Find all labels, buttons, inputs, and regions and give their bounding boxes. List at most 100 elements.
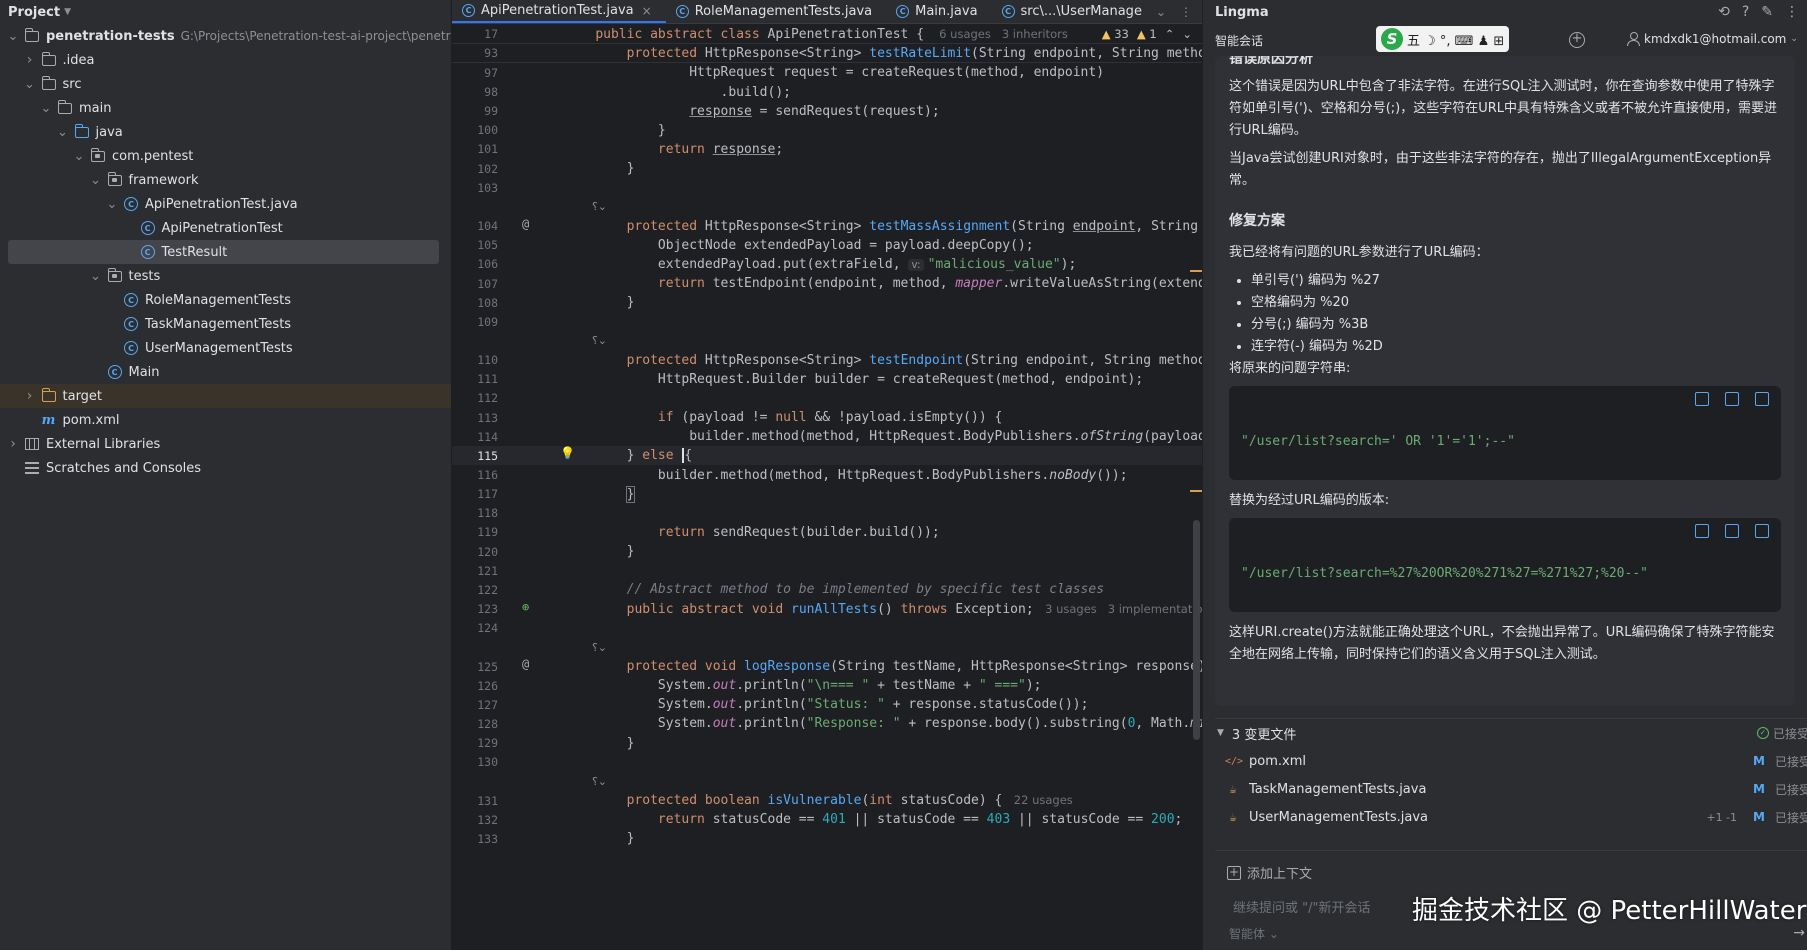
more-options-icon[interactable]: ⋮ <box>1180 5 1192 19</box>
code-line[interactable]: 100 } <box>452 121 1202 140</box>
tree-item[interactable]: › target <box>0 384 451 408</box>
code-line[interactable]: 122 // Abstract method to be implemented… <box>452 580 1202 599</box>
tree-item[interactable]: ⌄ main <box>0 96 451 120</box>
code-line[interactable]: 131 protected boolean isVulnerable(int s… <box>452 791 1202 810</box>
tree-item[interactable]: ⌄ framework <box>0 168 451 192</box>
new-file-icon[interactable] <box>1755 524 1769 538</box>
change-marker[interactable] <box>1190 270 1202 272</box>
project-panel-header[interactable]: Project ▼ <box>0 0 451 24</box>
chevron-right-icon[interactable]: › <box>23 388 37 404</box>
code-line[interactable]: 105 ObjectNode extendedPayload = payload… <box>452 236 1202 255</box>
next-highlight-icon[interactable]: ⌄ <box>1182 27 1192 41</box>
new-chat-icon[interactable]: + <box>1569 32 1585 48</box>
code-vision-line[interactable]: ⸮⌄ <box>452 331 1202 350</box>
lightbulb-icon[interactable]: 💡 <box>560 446 575 460</box>
code-line[interactable]: 98 .build(); <box>452 82 1202 101</box>
add-context-button[interactable]: + 添加上下文 <box>1227 863 1312 882</box>
chevron-down-icon[interactable]: ⌄ <box>89 269 103 284</box>
code-line[interactable]: 101 return response; <box>452 140 1202 159</box>
chat-input[interactable]: 继续提问或 "/"新开会话 <box>1233 897 1370 916</box>
code-line[interactable]: 118 <box>452 504 1202 523</box>
code-line[interactable]: 107 return testEndpoint(endpoint, method… <box>452 274 1202 293</box>
tree-item[interactable]: C UserManagementTests <box>0 336 451 360</box>
inspection-widget[interactable]: ▲ 33 ▲ 1 ⌃ ⌄ <box>1101 27 1192 41</box>
chevron-right-icon[interactable]: › <box>6 436 20 452</box>
chevron-down-icon[interactable]: ⌄ <box>89 173 103 188</box>
chevron-down-icon[interactable]: ⌄ <box>6 29 20 44</box>
editor-tab[interactable]: C RoleManagementTests.java <box>666 0 886 23</box>
copy-icon[interactable] <box>1725 392 1739 406</box>
code-line[interactable]: 123 ⊕ public abstract void runAllTests() … <box>452 600 1202 619</box>
code-line[interactable]: 17 public abstract class ApiPenetrationT… <box>452 25 1202 45</box>
code-line[interactable]: 108 } <box>452 293 1202 312</box>
chevron-down-icon[interactable]: ▼ <box>64 7 71 17</box>
send-icon[interactable]: → <box>1793 925 1805 941</box>
changed-file-row[interactable]: ☕ TaskManagementTests.java M 已接受 <box>1215 775 1807 803</box>
code-vision-line[interactable]: ⸮⌄ <box>452 772 1202 791</box>
annotation-gutter-icon[interactable]: @ <box>522 217 529 231</box>
copy-icon[interactable] <box>1725 524 1739 538</box>
code-line[interactable]: 120 } <box>452 542 1202 561</box>
code-line[interactable]: 112 <box>452 389 1202 408</box>
code-line[interactable]: 129 } <box>452 734 1202 753</box>
chevron-down-icon[interactable]: ⌄ <box>39 101 53 116</box>
tab-list-chevron-icon[interactable]: ⌄ <box>1156 5 1166 19</box>
chevron-down-icon[interactable]: ⌄ <box>72 149 86 164</box>
tree-item[interactable]: C Main <box>0 360 451 384</box>
previous-highlight-icon[interactable]: ⌃ <box>1165 27 1175 41</box>
code-area[interactable]: 17 public abstract class ApiPenetrationT… <box>452 25 1202 950</box>
code-line[interactable]: 93 protected HttpResponse<String> testRa… <box>452 44 1202 64</box>
code-line[interactable]: 110 protected HttpResponse<String> testE… <box>452 351 1202 370</box>
agent-selector[interactable]: 智能体 ⌄ <box>1229 925 1279 942</box>
code-line[interactable]: 130 <box>452 753 1202 772</box>
code-line[interactable]: 104 @ protected HttpResponse<String> test… <box>452 217 1202 236</box>
code-line[interactable]: 114 builder.method(method, HttpRequest.B… <box>452 427 1202 446</box>
editor-scrollbar[interactable] <box>1193 520 1200 740</box>
changed-file-row[interactable]: ☕ UserManagementTests.java +1 -1 M 已接受 <box>1215 803 1807 831</box>
code-line[interactable]: 103 <box>452 178 1202 197</box>
chevron-right-icon[interactable]: › <box>23 52 37 68</box>
tree-item[interactable]: ⌄ src <box>0 72 451 96</box>
help-icon[interactable]: ? <box>1742 4 1749 20</box>
code-line[interactable]: 97 HttpRequest request = createRequest(m… <box>452 63 1202 82</box>
tree-item[interactable]: Scratches and Consoles <box>0 456 451 480</box>
user-account[interactable]: kmdxdk1@hotmail.com ⌄ <box>1627 32 1798 46</box>
code-line[interactable]: 121 <box>452 561 1202 580</box>
annotation-gutter-icon[interactable]: @ <box>522 657 529 671</box>
code-line[interactable]: 111 HttpRequest.Builder builder = create… <box>452 370 1202 389</box>
code-line[interactable]: 127 System.out.println("Status: " + resp… <box>452 695 1202 714</box>
code-line[interactable]: 113 if (payload != null && !payload.isEm… <box>452 408 1202 427</box>
code-line[interactable]: 132 return statusCode == 401 || statusCo… <box>452 810 1202 829</box>
new-file-icon[interactable] <box>1755 392 1769 406</box>
code-line[interactable]: 117 } <box>452 485 1202 504</box>
tree-item[interactable]: ⌄ penetration-tests G:\Projects\Penetratio… <box>0 24 451 48</box>
tree-item[interactable]: ⌄ com.pentest <box>0 144 451 168</box>
code-vision-line[interactable]: ⸮⌄ <box>452 638 1202 657</box>
tree-item[interactable]: C TaskManagementTests <box>0 312 451 336</box>
edit-icon[interactable]: ✎ <box>1761 4 1773 20</box>
tree-item[interactable]: C RoleManagementTests <box>0 288 451 312</box>
code-line[interactable]: 102 } <box>452 159 1202 178</box>
insert-code-icon[interactable] <box>1695 524 1709 538</box>
changed-files-header[interactable]: ▼ 3 变更文件 ✓ 已接受 <box>1215 719 1807 747</box>
tab-smart-chat[interactable]: 智能会话 <box>1215 32 1263 49</box>
code-line[interactable]: 109 <box>452 312 1202 331</box>
code-line[interactable]: 116 builder.method(method, HttpRequest.B… <box>452 465 1202 484</box>
code-vision-line[interactable]: ⸮⌄ <box>452 197 1202 216</box>
change-marker[interactable] <box>1190 490 1202 492</box>
editor-tab[interactable]: Csrc\...\UserManage <box>992 0 1156 23</box>
more-options-icon[interactable]: ⋮ <box>1785 4 1799 20</box>
chevron-down-icon[interactable]: ⌄ <box>56 125 70 140</box>
insert-code-icon[interactable] <box>1695 392 1709 406</box>
tree-item[interactable]: m pom.xml <box>0 408 451 432</box>
tree-item[interactable]: ⌄ C ApiPenetrationTest.java <box>0 192 451 216</box>
code-line[interactable]: 126 System.out.println("\n=== " + testNa… <box>452 676 1202 695</box>
tree-item[interactable]: ⌄ java <box>0 120 451 144</box>
code-line[interactable]: 106 extendedPayload.put(extraField, v: "m… <box>452 255 1202 274</box>
tree-item[interactable]: › External Libraries <box>0 432 451 456</box>
code-line[interactable]: 125 @ protected void logResponse(String t… <box>452 657 1202 676</box>
code-line[interactable]: 115 💡 } else { <box>452 446 1202 466</box>
history-icon[interactable]: ⟲ <box>1718 4 1730 20</box>
tree-item[interactable]: › .idea <box>0 48 451 72</box>
changed-file-row[interactable]: </> pom.xml M 已接受 <box>1215 747 1807 775</box>
